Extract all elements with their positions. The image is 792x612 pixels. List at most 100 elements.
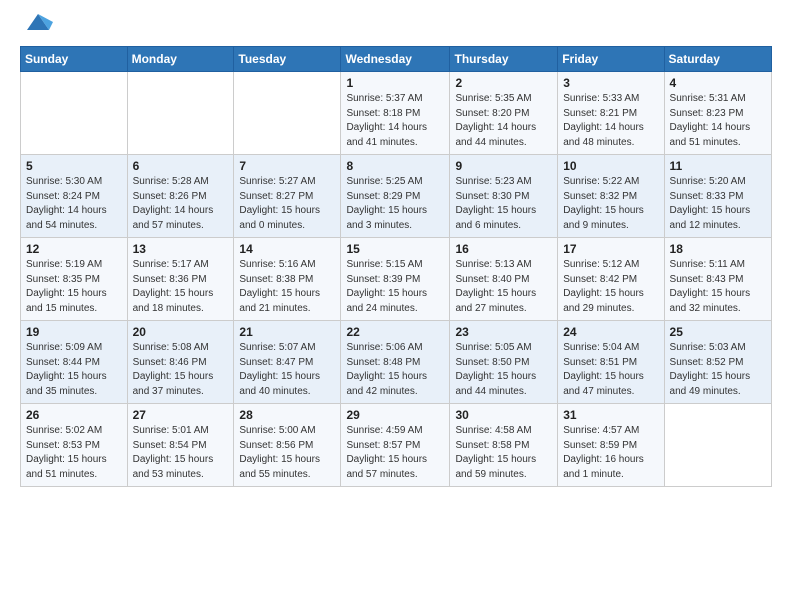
calendar-cell: 10 Sunrise: 5:22 AM Sunset: 8:32 PM Dayli… bbox=[558, 155, 664, 238]
calendar-cell: 29 Sunrise: 4:59 AM Sunset: 8:57 PM Dayli… bbox=[341, 404, 450, 487]
day-number: 17 bbox=[563, 242, 658, 256]
day-info: Sunrise: 5:09 AM Sunset: 8:44 PM Dayligh… bbox=[26, 341, 122, 399]
day-number: 21 bbox=[239, 325, 335, 339]
calendar-cell: 4 Sunrise: 5:31 AM Sunset: 8:23 PM Daylig… bbox=[664, 72, 771, 155]
weekday-header-tuesday: Tuesday bbox=[234, 47, 341, 72]
day-number: 10 bbox=[563, 159, 658, 173]
day-info: Sunrise: 5:11 AM Sunset: 8:43 PM Dayligh… bbox=[670, 258, 766, 316]
day-info: Sunrise: 5:28 AM Sunset: 8:26 PM Dayligh… bbox=[133, 175, 229, 233]
calendar-cell bbox=[127, 72, 234, 155]
day-number: 30 bbox=[455, 408, 552, 422]
calendar: SundayMondayTuesdayWednesdayThursdayFrid… bbox=[20, 46, 772, 487]
day-number: 2 bbox=[455, 76, 552, 90]
day-info: Sunrise: 5:22 AM Sunset: 8:32 PM Dayligh… bbox=[563, 175, 658, 233]
day-info: Sunrise: 5:37 AM Sunset: 8:18 PM Dayligh… bbox=[346, 92, 444, 150]
day-number: 18 bbox=[670, 242, 766, 256]
calendar-cell: 14Sunrise: 5:16 AM Sunset: 8:38 PM Dayli… bbox=[234, 238, 341, 321]
day-info: Sunrise: 5:05 AM Sunset: 8:50 PM Dayligh… bbox=[455, 341, 552, 399]
day-info: Sunrise: 5:15 AM Sunset: 8:39 PM Dayligh… bbox=[346, 258, 444, 316]
day-info: Sunrise: 5:13 AM Sunset: 8:40 PM Dayligh… bbox=[455, 258, 552, 316]
calendar-cell: 16 Sunrise: 5:13 AM Sunset: 8:40 PM Dayli… bbox=[450, 238, 558, 321]
calendar-cell: 11Sunrise: 5:20 AM Sunset: 8:33 PM Dayli… bbox=[664, 155, 771, 238]
calendar-cell: 13 Sunrise: 5:17 AM Sunset: 8:36 PM Dayli… bbox=[127, 238, 234, 321]
day-info: Sunrise: 5:25 AM Sunset: 8:29 PM Dayligh… bbox=[346, 175, 444, 233]
calendar-week-2: 12Sunrise: 5:19 AM Sunset: 8:35 PM Dayli… bbox=[21, 238, 772, 321]
calendar-cell: 3 Sunrise: 5:33 AM Sunset: 8:21 PM Daylig… bbox=[558, 72, 664, 155]
calendar-cell: 7 Sunrise: 5:27 AM Sunset: 8:27 PM Daylig… bbox=[234, 155, 341, 238]
day-info: Sunrise: 5:35 AM Sunset: 8:20 PM Dayligh… bbox=[455, 92, 552, 150]
day-number: 27 bbox=[133, 408, 229, 422]
weekday-header-friday: Friday bbox=[558, 47, 664, 72]
day-number: 5 bbox=[26, 159, 122, 173]
calendar-week-4: 26 Sunrise: 5:02 AM Sunset: 8:53 PM Dayli… bbox=[21, 404, 772, 487]
day-info: Sunrise: 5:04 AM Sunset: 8:51 PM Dayligh… bbox=[563, 341, 658, 399]
calendar-cell: 26 Sunrise: 5:02 AM Sunset: 8:53 PM Dayli… bbox=[21, 404, 128, 487]
day-number: 25 bbox=[670, 325, 766, 339]
day-number: 1 bbox=[346, 76, 444, 90]
day-number: 13 bbox=[133, 242, 229, 256]
day-number: 4 bbox=[670, 76, 766, 90]
day-info: Sunrise: 5:01 AM Sunset: 8:54 PM Dayligh… bbox=[133, 424, 229, 482]
day-number: 29 bbox=[346, 408, 444, 422]
day-info: Sunrise: 5:08 AM Sunset: 8:46 PM Dayligh… bbox=[133, 341, 229, 399]
weekday-row: SundayMondayTuesdayWednesdayThursdayFrid… bbox=[21, 47, 772, 72]
calendar-cell: 19Sunrise: 5:09 AM Sunset: 8:44 PM Dayli… bbox=[21, 321, 128, 404]
day-info: Sunrise: 5:12 AM Sunset: 8:42 PM Dayligh… bbox=[563, 258, 658, 316]
day-number: 28 bbox=[239, 408, 335, 422]
day-number: 15 bbox=[346, 242, 444, 256]
calendar-cell: 23Sunrise: 5:05 AM Sunset: 8:50 PM Dayli… bbox=[450, 321, 558, 404]
weekday-header-monday: Monday bbox=[127, 47, 234, 72]
calendar-cell: 15 Sunrise: 5:15 AM Sunset: 8:39 PM Dayli… bbox=[341, 238, 450, 321]
day-info: Sunrise: 5:17 AM Sunset: 8:36 PM Dayligh… bbox=[133, 258, 229, 316]
day-number: 24 bbox=[563, 325, 658, 339]
page: SundayMondayTuesdayWednesdayThursdayFrid… bbox=[0, 0, 792, 503]
calendar-week-3: 19Sunrise: 5:09 AM Sunset: 8:44 PM Dayli… bbox=[21, 321, 772, 404]
day-number: 12 bbox=[26, 242, 122, 256]
day-info: Sunrise: 5:33 AM Sunset: 8:21 PM Dayligh… bbox=[563, 92, 658, 150]
logo bbox=[20, 16, 53, 38]
calendar-cell bbox=[21, 72, 128, 155]
calendar-cell: 12Sunrise: 5:19 AM Sunset: 8:35 PM Dayli… bbox=[21, 238, 128, 321]
day-number: 6 bbox=[133, 159, 229, 173]
calendar-cell bbox=[234, 72, 341, 155]
logo-text bbox=[20, 16, 53, 38]
day-number: 20 bbox=[133, 325, 229, 339]
day-info: Sunrise: 5:27 AM Sunset: 8:27 PM Dayligh… bbox=[239, 175, 335, 233]
day-info: Sunrise: 5:00 AM Sunset: 8:56 PM Dayligh… bbox=[239, 424, 335, 482]
calendar-cell: 25Sunrise: 5:03 AM Sunset: 8:52 PM Dayli… bbox=[664, 321, 771, 404]
weekday-header-thursday: Thursday bbox=[450, 47, 558, 72]
day-info: Sunrise: 4:57 AM Sunset: 8:59 PM Dayligh… bbox=[563, 424, 658, 482]
calendar-cell: 8 Sunrise: 5:25 AM Sunset: 8:29 PM Daylig… bbox=[341, 155, 450, 238]
calendar-cell bbox=[664, 404, 771, 487]
day-number: 16 bbox=[455, 242, 552, 256]
header bbox=[20, 16, 772, 38]
calendar-cell: 27 Sunrise: 5:01 AM Sunset: 8:54 PM Dayli… bbox=[127, 404, 234, 487]
calendar-week-0: 1 Sunrise: 5:37 AM Sunset: 8:18 PM Daylig… bbox=[21, 72, 772, 155]
weekday-header-saturday: Saturday bbox=[664, 47, 771, 72]
day-number: 7 bbox=[239, 159, 335, 173]
day-number: 26 bbox=[26, 408, 122, 422]
weekday-header-sunday: Sunday bbox=[21, 47, 128, 72]
calendar-cell: 17 Sunrise: 5:12 AM Sunset: 8:42 PM Dayli… bbox=[558, 238, 664, 321]
day-number: 3 bbox=[563, 76, 658, 90]
calendar-cell: 22 Sunrise: 5:06 AM Sunset: 8:48 PM Dayli… bbox=[341, 321, 450, 404]
day-info: Sunrise: 5:30 AM Sunset: 8:24 PM Dayligh… bbox=[26, 175, 122, 233]
day-info: Sunrise: 4:59 AM Sunset: 8:57 PM Dayligh… bbox=[346, 424, 444, 482]
day-number: 22 bbox=[346, 325, 444, 339]
day-number: 31 bbox=[563, 408, 658, 422]
day-info: Sunrise: 5:07 AM Sunset: 8:47 PM Dayligh… bbox=[239, 341, 335, 399]
day-info: Sunrise: 5:02 AM Sunset: 8:53 PM Dayligh… bbox=[26, 424, 122, 482]
day-info: Sunrise: 5:31 AM Sunset: 8:23 PM Dayligh… bbox=[670, 92, 766, 150]
day-info: Sunrise: 5:06 AM Sunset: 8:48 PM Dayligh… bbox=[346, 341, 444, 399]
calendar-cell: 28 Sunrise: 5:00 AM Sunset: 8:56 PM Dayli… bbox=[234, 404, 341, 487]
calendar-cell: 21 Sunrise: 5:07 AM Sunset: 8:47 PM Dayli… bbox=[234, 321, 341, 404]
day-number: 8 bbox=[346, 159, 444, 173]
calendar-cell: 30 Sunrise: 4:58 AM Sunset: 8:58 PM Dayli… bbox=[450, 404, 558, 487]
weekday-header-wednesday: Wednesday bbox=[341, 47, 450, 72]
day-number: 14 bbox=[239, 242, 335, 256]
day-info: Sunrise: 4:58 AM Sunset: 8:58 PM Dayligh… bbox=[455, 424, 552, 482]
calendar-cell: 1 Sunrise: 5:37 AM Sunset: 8:18 PM Daylig… bbox=[341, 72, 450, 155]
calendar-cell: 31 Sunrise: 4:57 AM Sunset: 8:59 PM Dayli… bbox=[558, 404, 664, 487]
day-number: 9 bbox=[455, 159, 552, 173]
calendar-cell: 24 Sunrise: 5:04 AM Sunset: 8:51 PM Dayli… bbox=[558, 321, 664, 404]
